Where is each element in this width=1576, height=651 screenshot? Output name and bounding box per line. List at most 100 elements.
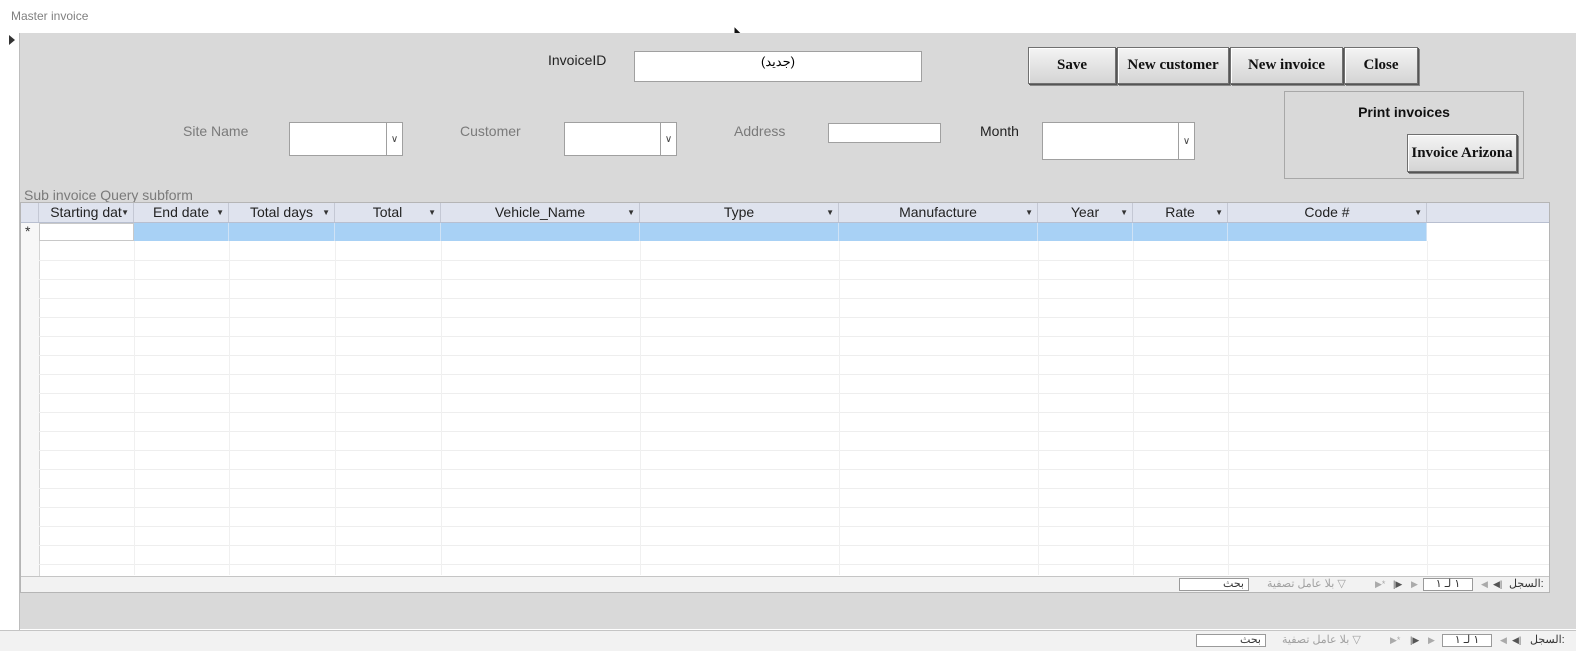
no-filter-indicator[interactable]: بلا عامل تصفية ▽ <box>1282 633 1361 648</box>
first-record-icon[interactable]: ◀| <box>1493 577 1502 592</box>
record-label: السجل: <box>1509 578 1544 590</box>
column-header-rate[interactable]: Rate ▼ <box>1133 203 1228 222</box>
column-header-vehicle-name[interactable]: Vehicle_Name ▼ <box>441 203 640 222</box>
invoice-id-field[interactable]: (جديد) <box>634 51 922 82</box>
window-title: Master invoice <box>11 9 89 23</box>
record-position-field[interactable]: ١ لـ ١ <box>1423 578 1473 591</box>
new-invoice-button[interactable]: New invoice <box>1230 47 1343 84</box>
close-button[interactable]: Close <box>1344 47 1418 84</box>
dropdown-arrow-icon[interactable]: ▼ <box>216 203 224 222</box>
dropdown-arrow-icon[interactable]: ▼ <box>826 203 834 222</box>
datasheet-header: Starting dat ▼ End date ▼ Total days ▼ Tota… <box>21 203 1549 223</box>
customer-combo[interactable]: ∨ <box>564 122 677 156</box>
last-record-icon[interactable]: |▶ <box>1393 577 1402 592</box>
invoice-id-value: (جديد) <box>761 54 795 69</box>
search-box[interactable]: بحث <box>1179 578 1249 591</box>
dropdown-arrow-icon[interactable]: ▼ <box>428 203 436 222</box>
dropdown-arrow-icon[interactable]: ▼ <box>1414 203 1422 222</box>
new-row-cell[interactable] <box>134 223 229 241</box>
previous-record-icon[interactable]: ◀ <box>1500 633 1507 648</box>
month-label: Month <box>980 123 1019 139</box>
column-header-label: Type <box>723 204 755 220</box>
grid-row-line <box>39 450 1549 451</box>
dropdown-arrow-icon[interactable]: ▼ <box>1120 203 1128 222</box>
grid-row-line <box>39 260 1549 261</box>
column-header-code[interactable]: Code # ▼ <box>1228 203 1427 222</box>
column-header-end-date[interactable]: End date ▼ <box>134 203 229 222</box>
new-row-cell[interactable] <box>335 223 441 241</box>
sub-invoice-subform[interactable]: Starting dat ▼ End date ▼ Total days ▼ Tota… <box>20 202 1550 593</box>
grid-column-line <box>839 241 840 575</box>
column-header-label: Vehicle_Name <box>494 204 586 220</box>
column-header-label: Total days <box>249 204 314 220</box>
record-selector-strip[interactable] <box>0 33 20 630</box>
new-row-cell[interactable] <box>441 223 640 241</box>
grid-row-line <box>39 355 1549 356</box>
column-header-label: Manufacture <box>899 204 977 220</box>
new-record-icon[interactable]: ▶* <box>1390 633 1400 648</box>
new-record-icon[interactable]: ▶* <box>1375 577 1385 592</box>
column-header-total[interactable]: Total ▼ <box>335 203 441 222</box>
print-invoices-group: Print invoices Invoice Arizona <box>1284 91 1524 179</box>
row-selector-column[interactable]: * <box>21 223 40 592</box>
dropdown-arrow-icon[interactable]: ▼ <box>1215 203 1223 222</box>
grid-row-line <box>39 317 1549 318</box>
chevron-down-icon[interactable]: ∨ <box>1178 123 1194 159</box>
search-box[interactable]: بحث <box>1196 634 1266 647</box>
invoice-arizona-button[interactable]: Invoice Arizona <box>1407 134 1517 172</box>
previous-record-icon[interactable]: ◀ <box>1481 577 1488 592</box>
new-customer-button[interactable]: New customer <box>1117 47 1229 84</box>
print-invoices-title: Print invoices <box>1358 104 1450 120</box>
last-record-icon[interactable]: |▶ <box>1410 633 1419 648</box>
chevron-down-icon[interactable]: ∨ <box>386 123 402 155</box>
grid-row-line <box>39 298 1549 299</box>
grid-column-line <box>1228 241 1229 575</box>
column-header-type[interactable]: Type ▼ <box>640 203 839 222</box>
no-filter-indicator[interactable]: بلا عامل تصفية ▽ <box>1267 577 1346 592</box>
new-row-cell[interactable] <box>640 223 839 241</box>
grid-column-line <box>1133 241 1134 575</box>
window-titlebar: Master invoice <box>0 0 1576 34</box>
select-all-corner[interactable] <box>21 203 39 222</box>
new-row-cell[interactable] <box>1038 223 1133 241</box>
grid-column-line <box>335 241 336 575</box>
dropdown-arrow-icon[interactable]: ▼ <box>627 203 635 222</box>
grid-row-line <box>39 336 1549 337</box>
next-record-icon[interactable]: ▶ <box>1411 577 1418 592</box>
next-record-icon[interactable]: ▶ <box>1428 633 1435 648</box>
dropdown-arrow-icon[interactable]: ▼ <box>1025 203 1033 222</box>
column-header-starting-date[interactable]: Starting dat ▼ <box>39 203 134 222</box>
new-row-cell[interactable] <box>1133 223 1228 241</box>
first-record-icon[interactable]: ◀| <box>1512 633 1521 648</box>
record-label: السجل: <box>1530 634 1565 646</box>
save-button[interactable]: Save <box>1028 47 1116 84</box>
new-row-cell[interactable] <box>839 223 1038 241</box>
grid-row-line <box>39 469 1549 470</box>
dropdown-arrow-icon[interactable]: ▼ <box>121 203 129 222</box>
address-field[interactable] <box>828 123 941 143</box>
grid-row-line <box>39 507 1549 508</box>
column-header-label: Starting dat <box>50 204 122 220</box>
new-row-cell[interactable] <box>39 223 134 241</box>
site-name-label: Site Name <box>183 123 249 139</box>
record-position-field[interactable]: ١ لـ ١ <box>1442 634 1492 647</box>
month-combo[interactable]: ∨ <box>1042 122 1195 160</box>
column-header-manufacture[interactable]: Manufacture ▼ <box>839 203 1038 222</box>
site-name-combo[interactable]: ∨ <box>289 122 403 156</box>
new-row-cell[interactable] <box>229 223 335 241</box>
grid-column-line <box>134 241 135 575</box>
column-header-label: Year <box>1070 204 1100 220</box>
new-row-cell[interactable] <box>1228 223 1427 241</box>
filter-text: بلا عامل تصفية <box>1267 578 1335 590</box>
grid-row-line <box>39 279 1549 280</box>
chevron-down-icon[interactable]: ∨ <box>660 123 676 155</box>
grid-column-line <box>229 241 230 575</box>
grid-row-line <box>39 488 1549 489</box>
filter-funnel-icon: ▽ <box>1352 634 1361 646</box>
filter-funnel-icon: ▽ <box>1337 578 1346 590</box>
dropdown-arrow-icon[interactable]: ▼ <box>322 203 330 222</box>
subform-navigation-bar: السجل: ◀| ◀ ١ لـ ١ ▶ |▶ ▶* بلا عامل تصفي… <box>21 576 1549 592</box>
column-header-total-days[interactable]: Total days ▼ <box>229 203 335 222</box>
column-header-year[interactable]: Year ▼ <box>1038 203 1133 222</box>
grid-column-line <box>1038 241 1039 575</box>
